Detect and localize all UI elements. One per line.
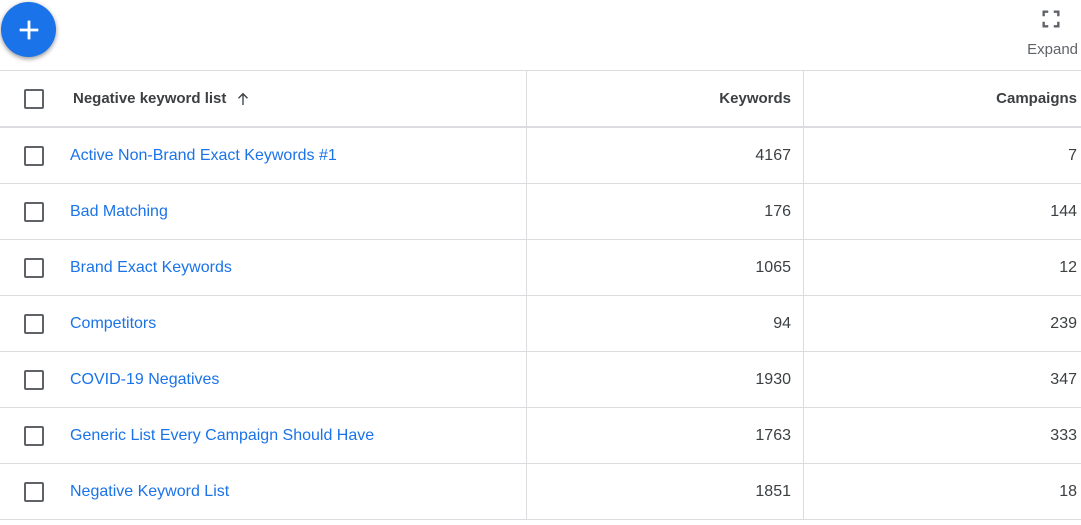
column-header-name-label: Negative keyword list <box>73 90 227 107</box>
keywords-count: 176 <box>764 202 791 220</box>
table-row: Generic List Every Campaign Should Have … <box>0 408 1081 464</box>
row-checkbox[interactable] <box>24 313 44 334</box>
list-name-link[interactable]: Negative Keyword List <box>70 483 229 501</box>
keywords-count: 94 <box>773 314 791 332</box>
row-checkbox[interactable] <box>24 257 44 278</box>
list-name-link[interactable]: Brand Exact Keywords <box>70 259 232 277</box>
row-checkbox[interactable] <box>24 201 44 222</box>
row-checkbox[interactable] <box>24 145 44 166</box>
table-row: Negative Keyword List 1851 18 <box>0 464 1081 520</box>
expand-button[interactable]: Expand <box>1014 6 1078 62</box>
select-all-checkbox[interactable] <box>24 88 44 109</box>
table-row: COVID-19 Negatives 1930 347 <box>0 352 1081 408</box>
keywords-count: 1930 <box>755 370 791 388</box>
keywords-count: 1065 <box>755 258 791 276</box>
row-checkbox[interactable] <box>24 369 44 390</box>
column-header-keywords[interactable]: Keywords <box>526 71 804 126</box>
row-checkbox[interactable] <box>24 481 44 502</box>
campaigns-count: 347 <box>1050 370 1077 388</box>
table-row: Brand Exact Keywords 1065 12 <box>0 240 1081 296</box>
campaigns-count: 144 <box>1050 202 1077 220</box>
list-name-link[interactable]: Active Non-Brand Exact Keywords #1 <box>70 147 337 165</box>
table-row: Bad Matching 176 144 <box>0 184 1081 240</box>
arrow-up-icon <box>238 92 249 105</box>
list-name-link[interactable]: COVID-19 Negatives <box>70 371 219 389</box>
campaigns-count: 333 <box>1050 426 1077 444</box>
keywords-count: 1851 <box>755 482 791 500</box>
add-button[interactable] <box>1 2 56 57</box>
column-header-name[interactable]: Negative keyword list <box>70 71 526 126</box>
expand-label: Expand <box>1027 41 1078 58</box>
keywords-count: 4167 <box>755 146 791 164</box>
column-header-campaigns[interactable]: Campaigns <box>804 71 1081 126</box>
campaigns-count: 12 <box>1059 258 1077 276</box>
keywords-count: 1763 <box>755 426 791 444</box>
plus-icon <box>19 20 38 39</box>
list-name-link[interactable]: Bad Matching <box>70 203 168 221</box>
fullscreen-icon <box>1042 10 1060 28</box>
table-row: Competitors 94 239 <box>0 296 1081 352</box>
column-header-keywords-label: Keywords <box>719 90 791 107</box>
negative-keyword-lists-table: Negative keyword list Keywords Campaigns… <box>0 70 1081 520</box>
campaigns-count: 18 <box>1059 482 1077 500</box>
campaigns-count: 239 <box>1050 314 1077 332</box>
column-header-campaigns-label: Campaigns <box>996 90 1077 107</box>
row-checkbox[interactable] <box>24 425 44 446</box>
table-row: Active Non-Brand Exact Keywords #1 4167 … <box>0 128 1081 184</box>
campaigns-count: 7 <box>1068 146 1077 164</box>
list-name-link[interactable]: Generic List Every Campaign Should Have <box>70 427 374 445</box>
table-header-row: Negative keyword list Keywords Campaigns <box>0 71 1081 128</box>
list-name-link[interactable]: Competitors <box>70 315 156 333</box>
